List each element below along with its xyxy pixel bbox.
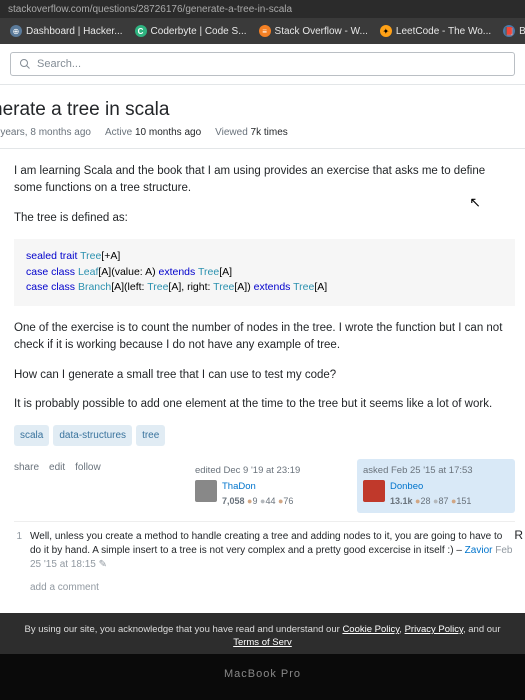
tags-row: scaladata-structurestree [14, 425, 515, 446]
add-comment-link[interactable]: add a comment [14, 576, 515, 603]
bookmark-label: Book De [519, 26, 525, 37]
terms-link[interactable]: Terms of Serv [233, 637, 292, 648]
question-meta: 5 years, 8 months ago Active 10 months a… [0, 127, 525, 149]
leet-icon: ✦ [380, 25, 392, 37]
edited-time: edited Dec 9 '19 at 23:19 [195, 464, 341, 478]
user-cards: edited Dec 9 '19 at 23:19 ThaDon 7,058 ●… [14, 459, 515, 521]
para: How can I generate a small tree that I c… [14, 367, 515, 384]
bookmark-item[interactable]: C Coderbyte | Code S... [131, 23, 251, 39]
question-title: nerate a tree in scala [0, 95, 525, 127]
bookmark-label: Stack Overflow - W... [275, 26, 368, 37]
cutoff-char: R [514, 528, 523, 542]
bookmark-item[interactable]: ✦ LeetCode - The Wo... [376, 23, 495, 39]
search-input[interactable]: Search... [10, 52, 515, 76]
bookmark-item[interactable]: ≡ Stack Overflow - W... [255, 23, 372, 39]
avatar [363, 480, 385, 502]
search-icon [19, 58, 31, 70]
para: It is probably possible to add one eleme… [14, 396, 515, 413]
comments: 1 Well, unless you create a method to ha… [14, 521, 515, 603]
bookmark-item[interactable]: ⊕ Dashboard | Hacker... [6, 23, 127, 39]
editor-stats: 7,058 ●9 ●44 ●76 [222, 495, 293, 509]
bookmark-label: Coderbyte | Code S... [151, 26, 247, 37]
comment-text: Well, unless you create a method to hand… [30, 530, 515, 572]
cookie-policy-link[interactable]: Cookie Policy [342, 624, 399, 635]
para: One of the exercise is to count the numb… [14, 320, 515, 355]
bookmark-label: LeetCode - The Wo... [396, 26, 491, 37]
privacy-policy-link[interactable]: Privacy Policy [405, 624, 463, 635]
tag-scala[interactable]: scala [14, 425, 49, 446]
asked-card: asked Feb 25 '15 at 17:53 Donbeo 13.1k ●… [357, 459, 515, 513]
bookmarks-bar: ⊕ Dashboard | Hacker... C Coderbyte | Code … [0, 18, 525, 44]
comment-user[interactable]: Zavior [465, 545, 493, 556]
editor-name[interactable]: ThaDon [222, 480, 293, 494]
comment-score: 1 [14, 530, 22, 572]
book-icon: 📕 [503, 25, 515, 37]
search-placeholder: Search... [37, 58, 81, 70]
globe-icon: ⊕ [10, 25, 22, 37]
asked-time: asked Feb 25 '15 at 17:53 [363, 464, 509, 478]
para: I am learning Scala and the book that I … [14, 163, 515, 198]
bookmark-item[interactable]: 📕 Book De [499, 23, 525, 39]
code-block: sealed trait Tree[+A]case class Leaf[A](… [14, 239, 515, 306]
comment: 1 Well, unless you create a method to ha… [14, 528, 515, 576]
macbook-label: MacBook Pro [0, 654, 525, 700]
so-icon: ≡ [259, 25, 271, 37]
coder-icon: C [135, 25, 147, 37]
page-content: Search... nerate a tree in scala 5 years… [0, 44, 525, 654]
tag-tree[interactable]: tree [136, 425, 165, 446]
tag-data-structures[interactable]: data-structures [53, 425, 132, 446]
meta-active: Active 10 months ago [105, 127, 201, 138]
meta-asked: 5 years, 8 months ago [0, 127, 91, 138]
asker-stats: 13.1k ●28 ●87 ●151 [390, 495, 471, 509]
avatar [195, 480, 217, 502]
cookie-banner: By using our site, you acknowledge that … [0, 613, 525, 654]
edited-card: edited Dec 9 '19 at 23:19 ThaDon 7,058 ●… [189, 459, 347, 513]
para: The tree is defined as: [14, 210, 515, 227]
asker-name[interactable]: Donbeo [390, 480, 471, 494]
top-bar: Search... [0, 44, 525, 85]
bookmark-label: Dashboard | Hacker... [26, 26, 123, 37]
meta-viewed: Viewed 7k times [215, 127, 288, 138]
question-body: I am learning Scala and the book that I … [0, 149, 525, 603]
url-bar[interactable]: stackoverflow.com/questions/28726176/gen… [0, 0, 525, 18]
